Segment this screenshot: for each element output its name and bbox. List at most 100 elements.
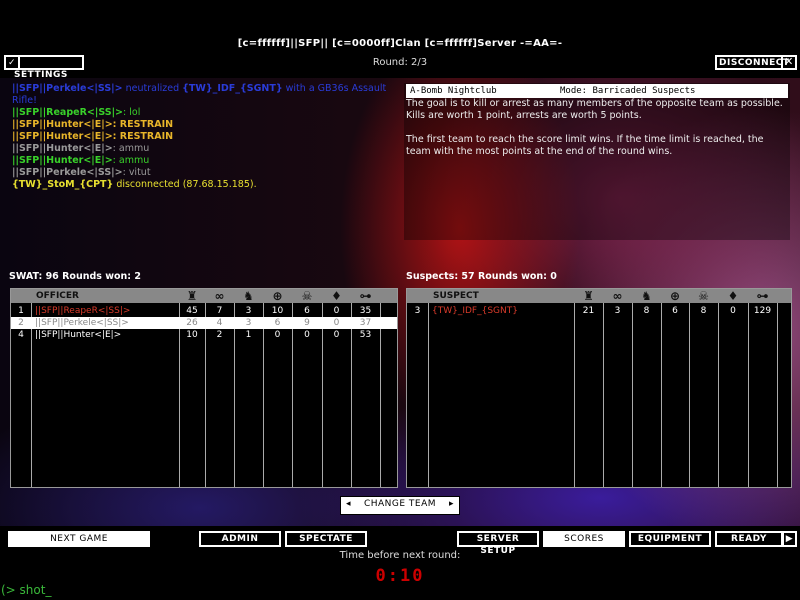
column-header-name[interactable]: SUSPECT — [433, 289, 479, 303]
arrested-value: 8 — [643, 306, 650, 316]
handcuffs-icon[interactable]: ∞ — [205, 289, 234, 303]
chat-text: neutralized — [122, 83, 183, 94]
trophy-value: 21 — [582, 306, 595, 316]
player-number: 4 — [18, 330, 24, 340]
column-divider — [689, 303, 690, 487]
column-header-name[interactable]: OFFICER — [36, 289, 79, 303]
chat-player-name: ||SFP||Hunter<|E|> — [12, 131, 113, 142]
chat-text: : ammu — [112, 155, 150, 166]
ping-value: 37 — [359, 318, 372, 328]
table-header: SUSPECT ♜ ∞ ♞ ⊕ ☠ ♦ ⊶ — [407, 289, 791, 303]
skull-icon[interactable]: ☠ — [689, 289, 718, 303]
crosshair-value: 6 — [274, 318, 281, 328]
ping-value: 129 — [753, 306, 772, 316]
player-number: 2 — [18, 318, 24, 328]
server-title: [c=ffffff]||SFP|| [c=0000ff]Clan [c=ffff… — [237, 38, 563, 49]
mode-description: The goal is to kill or arrest as many me… — [406, 98, 783, 121]
column-divider — [632, 303, 633, 487]
suspects-summary: Suspects: 57 Rounds won: 0 — [406, 271, 557, 282]
column-divider — [661, 303, 662, 487]
map-info-panel: A-Bomb Nightclub Mode: Barricaded Suspect… — [404, 83, 790, 240]
table-row[interactable]: 3 {TW}_IDF_{SGNT} 21 3 8 6 8 0 129 — [407, 305, 791, 317]
table-header: OFFICER ♜ ∞ ♞ ⊕ ☠ ♦ ⊶ — [11, 289, 397, 303]
win-condition: The first team to reach the score limit … — [406, 134, 764, 157]
settings-button[interactable]: ✓ SETTINGS — [4, 55, 84, 80]
handcuffs-icon[interactable]: ∞ — [603, 289, 632, 303]
handcuffs-value: 3 — [614, 306, 621, 316]
ping-icon[interactable]: ⊶ — [748, 289, 777, 303]
next-game-button[interactable]: NEXT GAME — [8, 531, 150, 547]
ping-value: 53 — [359, 330, 372, 340]
swat-summary: SWAT: 96 Rounds won: 2 — [9, 271, 142, 282]
game-mode: Mode: Barricaded Suspects — [560, 86, 696, 96]
equipment-button[interactable]: EQUIPMENT — [629, 531, 711, 547]
column-divider — [603, 303, 604, 487]
skull-icon[interactable]: ☠ — [292, 289, 322, 303]
chat-text: : ammu — [112, 143, 150, 154]
disconnect-button[interactable]: DISCONNECT ✕ — [715, 55, 797, 70]
arrested-value: 3 — [245, 318, 252, 328]
skull-value: 8 — [700, 306, 707, 316]
column-divider — [574, 303, 575, 487]
column-divider — [428, 303, 429, 487]
arrested-icon[interactable]: ♞ — [632, 289, 661, 303]
chat-message: ||SFP||Perkele<|SS|>: vitut — [12, 167, 392, 179]
medal-icon[interactable]: ♦ — [718, 289, 748, 303]
map-name: A-Bomb Nightclub — [410, 86, 497, 96]
server-setup-button[interactable]: SERVER SETUP — [457, 531, 539, 556]
skull-value: 6 — [304, 306, 310, 316]
chat-player-name: ||SFP||Hunter<|E|> — [12, 143, 113, 154]
chat-message: {TW}_StoM_{CPT} disconnected (87.68.15.1… — [12, 179, 392, 191]
medal-value: 0 — [333, 306, 340, 316]
trophy-value: 26 — [186, 318, 198, 328]
change-team-button[interactable]: ◂ CHANGE TEAM ▸ — [340, 496, 460, 515]
checkmark-icon: ✓ — [6, 57, 20, 69]
medal-value: 0 — [333, 318, 340, 328]
skull-value: 9 — [304, 318, 310, 328]
arrow-right-icon: ▸ — [448, 499, 454, 509]
player-name: ||SFP||ReapeR<|SS|> — [35, 306, 131, 316]
trophy-icon[interactable]: ♜ — [179, 289, 205, 303]
table-row[interactable]: 2 ||SFP||Perkele<|SS|> 26 4 3 6 9 0 37 — [11, 317, 397, 329]
time-label: Time before next round: — [339, 550, 461, 561]
player-number: 3 — [414, 306, 421, 316]
close-icon: ✕ — [781, 56, 795, 68]
chat-text: disconnected (87.68.15.185). — [113, 179, 257, 190]
chat-player-name: ||SFP||Hunter<|E|> — [12, 155, 113, 166]
chat-player-name: ||SFP||Hunter<|E|> — [12, 119, 113, 130]
table-row[interactable]: 4 ||SFP||Hunter<|E|> 10 2 1 0 0 0 53 — [11, 329, 397, 341]
crosshair-icon[interactable]: ⊕ — [661, 289, 689, 303]
handcuffs-value: 7 — [216, 306, 223, 316]
ping-icon[interactable]: ⊶ — [351, 289, 380, 303]
chat-text: : RESTRAIN — [112, 119, 174, 130]
chat-text: : lol — [123, 107, 141, 118]
trophy-icon[interactable]: ♜ — [574, 289, 603, 303]
trophy-value: 45 — [186, 306, 198, 316]
crosshair-value: 6 — [672, 306, 678, 316]
scores-button[interactable]: SCORES — [543, 531, 625, 547]
crosshair-icon[interactable]: ⊕ — [263, 289, 292, 303]
arrested-icon[interactable]: ♞ — [234, 289, 263, 303]
arrow-left-icon: ◂ — [346, 499, 352, 509]
chat-player-name: ||SFP||Perkele<|SS|> — [12, 167, 123, 178]
medal-value: 0 — [730, 306, 736, 316]
play-arrow-icon[interactable]: ▶ — [782, 531, 797, 547]
map-header: A-Bomb Nightclub Mode: Barricaded Suspect… — [406, 84, 788, 98]
arrested-value: 3 — [245, 306, 252, 316]
ready-button[interactable]: READY — [715, 531, 783, 547]
handcuffs-value: 2 — [216, 330, 223, 340]
suspects-scoreboard: SUSPECT ♜ ∞ ♞ ⊕ ☠ ♦ ⊶ 3 {TW}_IDF_{SGNT} 21 3 8 6 8 0 129 — [406, 288, 792, 488]
chat-message: ||SFP||Hunter<|E|>: RESTRAIN — [12, 131, 392, 143]
table-row[interactable]: 1 ||SFP||ReapeR<|SS|> 45 7 3 10 6 0 35 — [11, 305, 397, 317]
trophy-value: 10 — [186, 330, 198, 340]
admin-button[interactable]: ADMIN — [199, 531, 281, 547]
handcuffs-value: 4 — [216, 318, 223, 328]
round-indicator: Round: 2/3 — [372, 57, 428, 68]
console-input[interactable]: (> shot_ — [1, 583, 51, 597]
player-name: ||SFP||Hunter<|E|> — [35, 330, 122, 340]
chat-text: : vitut — [122, 167, 151, 178]
medal-icon[interactable]: ♦ — [322, 289, 351, 303]
chat-player-name: {TW}_StoM_{CPT} — [12, 179, 114, 190]
player-name: {TW}_IDF_{SGNT} — [432, 306, 518, 316]
spectate-button[interactable]: SPECTATE — [285, 531, 367, 547]
